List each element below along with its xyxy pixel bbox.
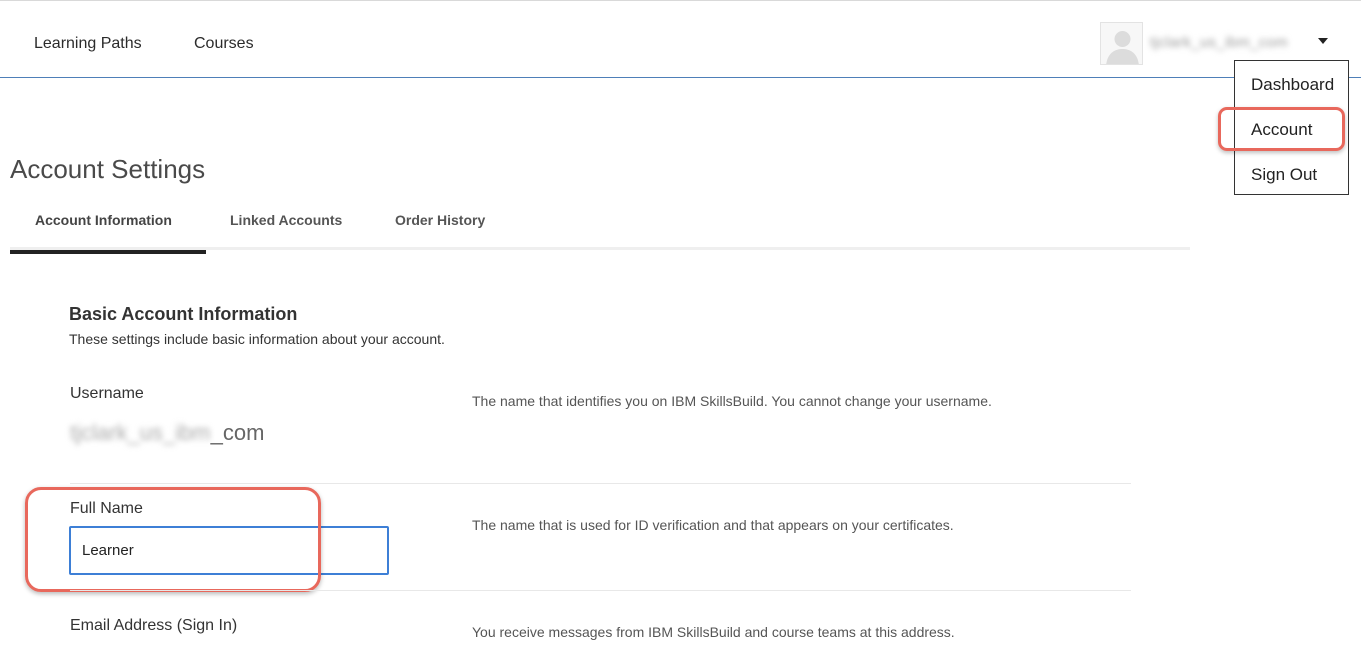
username-label: Username [70, 385, 144, 402]
page-title: Account Settings [10, 154, 206, 184]
row-divider [70, 590, 1131, 591]
nav-courses[interactable]: Courses [194, 35, 254, 53]
tab-account-information[interactable]: Account Information [35, 212, 172, 228]
menu-item-sign-out[interactable]: Sign Out [1251, 165, 1317, 185]
username-value: tjclark_us_ibm_com [70, 420, 264, 446]
chevron-down-icon[interactable] [1318, 38, 1328, 44]
user-icon [1106, 31, 1139, 64]
username-value-blurred: tjclark_us_ibm [70, 420, 211, 445]
top-nav-bar: Learning Paths Courses tjclark_us_ibm_co… [0, 4, 1361, 78]
section-title: Basic Account Information [69, 304, 298, 324]
username-help-text: The name that identifies you on IBM Skil… [472, 393, 992, 409]
nav-learning-paths[interactable]: Learning Paths [34, 35, 142, 53]
email-label: Email Address (Sign In) [70, 617, 238, 634]
tab-order-history[interactable]: Order History [395, 212, 485, 228]
email-help-text: You receive messages from IBM SkillsBuil… [472, 624, 955, 640]
annotation-highlight-account [1218, 107, 1345, 151]
section-description: These settings include basic information… [69, 331, 445, 347]
user-display-name[interactable]: tjclark_us_ibm_com [1150, 34, 1288, 51]
tab-linked-accounts[interactable]: Linked Accounts [230, 212, 342, 228]
row-divider [70, 483, 1131, 484]
username-value-suffix: _com [210, 420, 265, 445]
avatar[interactable] [1100, 22, 1143, 65]
active-tab-indicator [10, 250, 206, 254]
menu-item-dashboard[interactable]: Dashboard [1251, 75, 1334, 95]
settings-tabs: Account Information Linked Accounts Orde… [10, 200, 1190, 254]
annotation-highlight-full-name [25, 487, 321, 592]
full-name-help-text: The name that is used for ID verificatio… [472, 517, 954, 533]
